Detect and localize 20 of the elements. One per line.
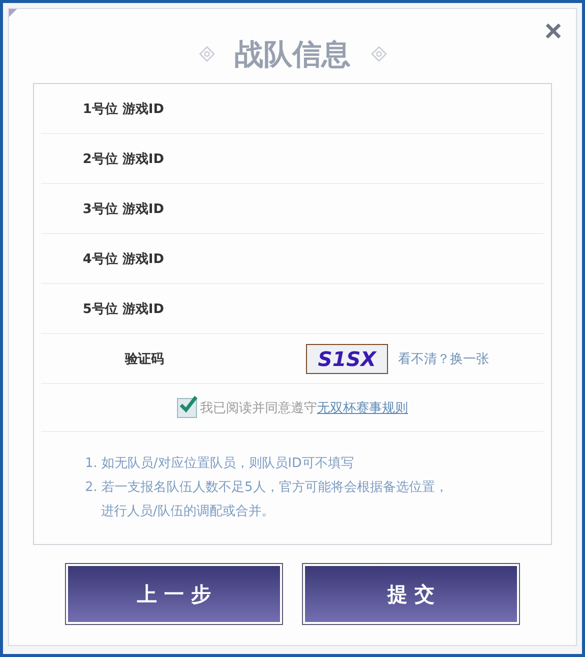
field-label: 2号位 游戏ID [82,150,164,168]
captcha-image[interactable]: S1SX [306,344,388,374]
rules-link[interactable]: 无双杯赛事规则 [317,398,408,416]
field-label: 5号位 游戏ID [82,300,164,318]
diamond-icon [198,46,214,62]
dialog-title: 战队信息 [234,36,350,72]
diamond-icon [370,46,386,62]
note-text: 2. 若一支报名队伍人数不足5人，官方可能将会根据备选位置， [85,479,449,497]
action-button[interactable]: 上 一 步 [66,564,282,624]
note-text: 1. 如无队员/对应位置队员，则队员ID可不填写 [85,455,355,473]
action-button[interactable]: 提 交 [303,564,519,624]
checkbox[interactable] [177,398,197,418]
field-label: 4号位 游戏ID [82,250,164,268]
field-label: 验证码 [124,350,164,368]
agreement-text: 我已阅读并同意遵守 [200,400,317,416]
corner-mark [9,9,17,17]
field-label: 3号位 游戏ID [82,200,164,218]
field-label: 1号位 游戏ID [82,100,164,118]
note-text: 进行人员/队伍的调配或合并。 [100,503,276,521]
close-button[interactable]: × [540,17,566,47]
